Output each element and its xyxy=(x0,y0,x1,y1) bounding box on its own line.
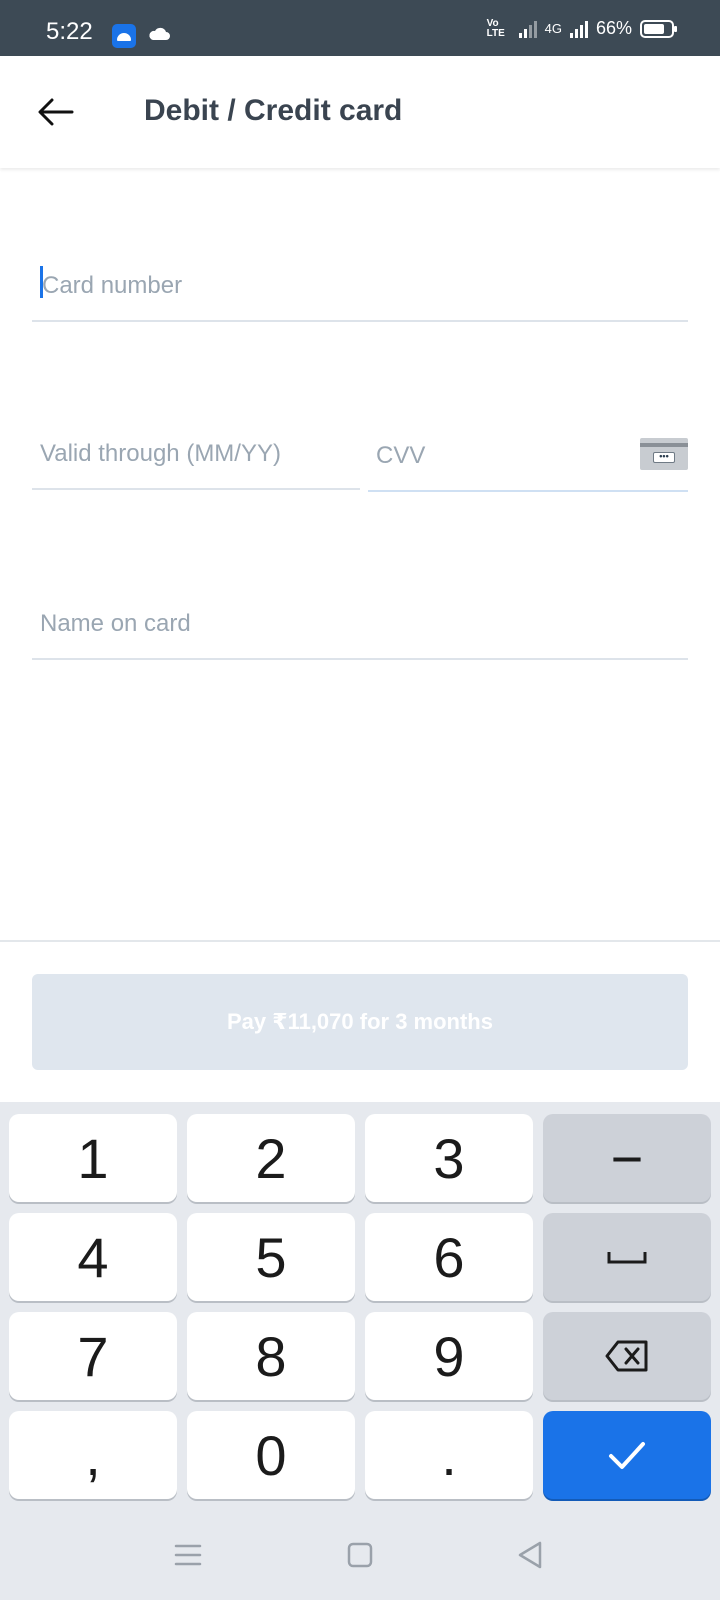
numeric-keypad: 1 2 3 − 4 5 6 7 8 9 , 0 . xyxy=(0,1102,720,1510)
key-1[interactable]: 1 xyxy=(9,1114,177,1202)
battery-icon xyxy=(640,19,677,38)
status-time: 5:22 xyxy=(46,18,93,45)
back-triangle-icon xyxy=(518,1541,542,1569)
signal-icon xyxy=(518,20,537,38)
nav-back-button[interactable] xyxy=(505,1530,555,1580)
key-space[interactable] xyxy=(543,1213,711,1301)
cvv-placeholder: CVV xyxy=(376,442,426,469)
home-square-icon xyxy=(347,1542,373,1568)
cvv-field[interactable]: CVV ••• xyxy=(368,420,688,492)
divider xyxy=(0,940,720,942)
backspace-icon xyxy=(605,1340,648,1372)
card-cvv-icon: ••• xyxy=(640,438,688,470)
menu-icon xyxy=(174,1544,202,1566)
card-number-field[interactable]: Card number xyxy=(32,250,688,322)
network-type: 4G xyxy=(544,21,562,36)
key-comma[interactable]: , xyxy=(9,1411,177,1499)
signal-icon-2 xyxy=(569,20,588,38)
valid-through-field[interactable]: Valid through (MM/YY) xyxy=(32,420,360,490)
arrow-left-icon xyxy=(38,98,74,126)
key-6[interactable]: 6 xyxy=(365,1213,533,1301)
cvv-dots: ••• xyxy=(653,452,675,463)
key-2[interactable]: 2 xyxy=(187,1114,355,1202)
space-icon xyxy=(607,1252,647,1264)
home-button[interactable] xyxy=(335,1530,385,1580)
volte-label: Vo LTE xyxy=(486,17,505,39)
recent-apps-button[interactable] xyxy=(163,1530,213,1580)
key-9[interactable]: 9 xyxy=(365,1312,533,1400)
battery-percent: 66% xyxy=(595,18,632,38)
back-button[interactable] xyxy=(30,86,82,138)
key-3[interactable]: 3 xyxy=(365,1114,533,1202)
cloud-icon xyxy=(149,27,170,40)
key-7[interactable]: 7 xyxy=(9,1312,177,1400)
key-minus[interactable]: − xyxy=(543,1114,711,1202)
key-0[interactable]: 0 xyxy=(187,1411,355,1499)
app-bar: Debit / Credit card xyxy=(0,56,720,168)
status-indicators: Vo LTE 4G 66% xyxy=(486,17,677,39)
key-backspace[interactable] xyxy=(543,1312,711,1400)
screen: 5:22 Vo LTE 4G 66% Debit / Credit card C… xyxy=(0,0,720,1600)
system-nav-bar xyxy=(0,1510,720,1600)
android-app-notification-icon xyxy=(112,24,136,48)
pay-button[interactable]: Pay ₹11,070 for 3 months xyxy=(32,974,688,1070)
check-icon xyxy=(609,1442,645,1469)
status-bar: 5:22 Vo LTE 4G 66% xyxy=(0,0,720,56)
card-number-placeholder: Card number xyxy=(42,272,183,299)
name-on-card-placeholder: Name on card xyxy=(40,610,191,637)
key-done[interactable] xyxy=(543,1411,711,1499)
key-4[interactable]: 4 xyxy=(9,1213,177,1301)
name-on-card-field[interactable]: Name on card xyxy=(32,590,688,660)
key-5[interactable]: 5 xyxy=(187,1213,355,1301)
key-period[interactable]: . xyxy=(365,1411,533,1499)
key-8[interactable]: 8 xyxy=(187,1312,355,1400)
page-title: Debit / Credit card xyxy=(144,94,403,127)
valid-through-placeholder: Valid through (MM/YY) xyxy=(40,440,281,467)
